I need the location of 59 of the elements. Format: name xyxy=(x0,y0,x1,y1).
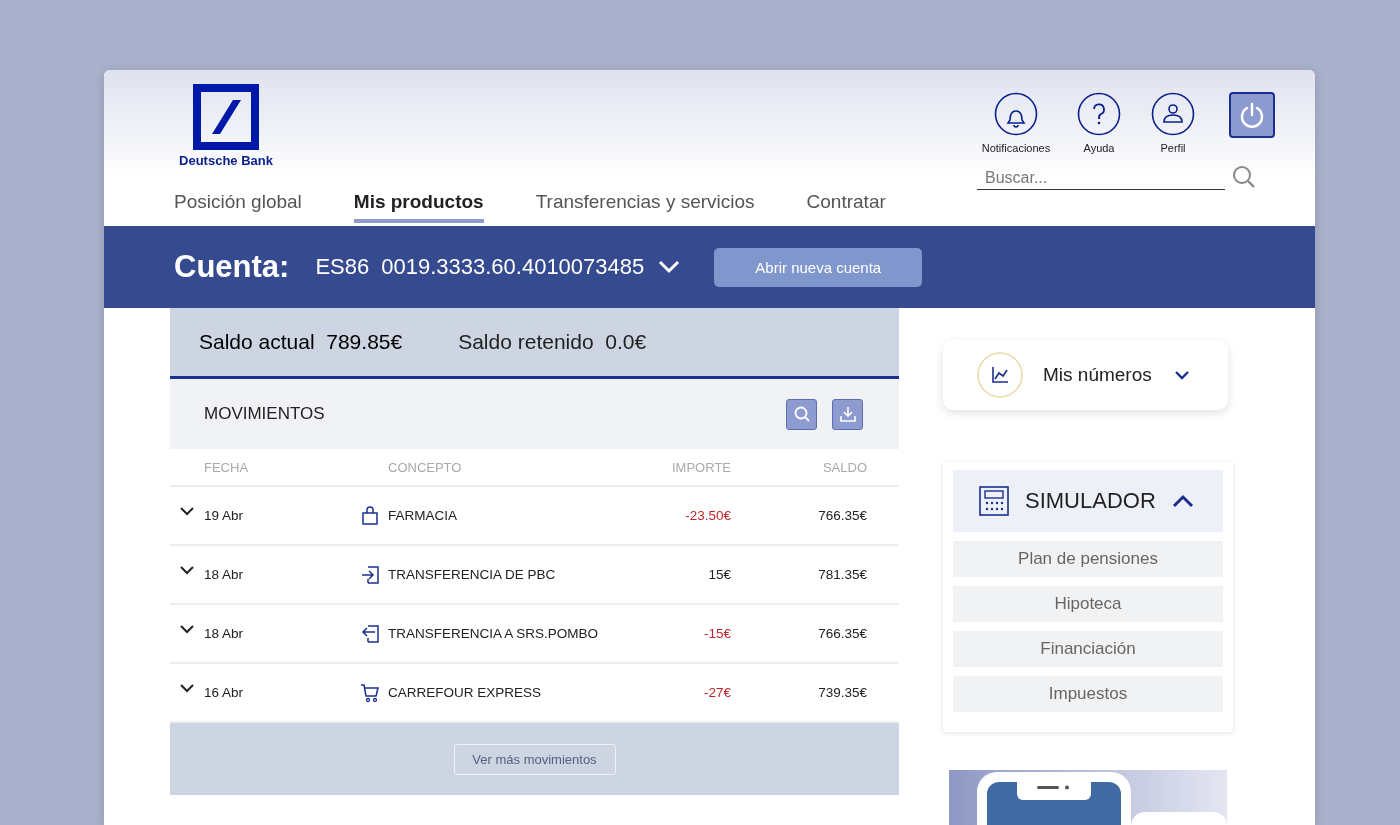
header-action-button[interactable]: Notificaciones xyxy=(977,92,1055,154)
account-selector[interactable]: 0019.3333.60.4010073485 xyxy=(381,254,681,280)
search-field[interactable]: Buscar... xyxy=(977,167,1225,190)
date-cell-text: 16 Abr xyxy=(204,685,245,700)
power-icon xyxy=(1238,101,1266,129)
balance-cell-text: 781.35€ xyxy=(817,567,867,582)
arrow-into-box-icon xyxy=(360,564,380,585)
date-cell-text: 19 Abr xyxy=(204,508,245,523)
column-header: IMPORTE xyxy=(671,459,731,475)
balance-cell-text: 739.35€ xyxy=(817,685,867,700)
header-action-button[interactable]: Ayuda xyxy=(1069,92,1129,154)
concept-cell-text: FARMACIA xyxy=(388,508,458,523)
concept-cell-text: CARREFOUR EXPRESS xyxy=(388,685,543,700)
column-header: FECHA xyxy=(204,459,250,475)
power-button[interactable] xyxy=(1229,92,1275,138)
calculator-icon xyxy=(979,486,1009,516)
simulator-item[interactable]: Hipoteca xyxy=(953,586,1223,622)
amount-cell-text: 15€ xyxy=(707,567,731,582)
shopping-bag-icon xyxy=(360,505,380,526)
nav-tab[interactable]: Posición global xyxy=(174,187,302,223)
date-cell-text: 18 Abr xyxy=(204,626,245,641)
search-icon xyxy=(792,405,811,423)
more-movements-button[interactable]: Ver más movimientos xyxy=(453,743,616,775)
search-button[interactable] xyxy=(786,398,817,430)
bell-icon xyxy=(994,92,1038,136)
column-header: CONCEPTO xyxy=(388,459,463,475)
amount-cell-text: -27€ xyxy=(702,685,731,700)
question-mark-icon xyxy=(1077,92,1121,136)
download-icon xyxy=(838,405,857,423)
user-icon xyxy=(1151,92,1195,136)
nav-tab[interactable]: Transferencias y servicios xyxy=(535,187,755,223)
search-icon[interactable] xyxy=(1231,164,1257,190)
concept-cell-text: TRANSFERENCIA A SRS.POMBO xyxy=(388,626,600,641)
simulator-item[interactable]: Impuestos xyxy=(953,676,1223,712)
balance-text: Saldo actual 789.85€ xyxy=(199,330,403,354)
header-action-button[interactable]: Perfil xyxy=(1143,92,1203,154)
account-prefix: ES86 xyxy=(315,254,370,280)
amount-cell-text: -15€ xyxy=(702,626,731,641)
simulator-item[interactable]: Financiación xyxy=(953,631,1223,667)
logo-icon xyxy=(193,84,259,150)
logo-text: Deutsche Bank xyxy=(179,153,273,168)
movements-title: MOVIMIENTOS xyxy=(204,404,326,424)
line-chart-icon xyxy=(977,352,1023,398)
balance-cell-text: 766.35€ xyxy=(817,508,867,523)
date-cell-text: 18 Abr xyxy=(204,567,245,582)
arrow-out-of-box-icon xyxy=(360,623,380,644)
shopping-cart-icon xyxy=(360,682,380,703)
account-title: Cuenta: xyxy=(174,249,290,285)
concept-cell-text: TRANSFERENCIA DE PBC xyxy=(388,567,557,582)
simulator-header[interactable]: SIMULADOR xyxy=(953,470,1223,532)
simulator-item[interactable]: Plan de pensiones xyxy=(953,541,1223,577)
column-header: SALDO xyxy=(821,459,867,475)
nav-tab[interactable]: Contratar xyxy=(806,187,886,223)
amount-cell-text: -23.50€ xyxy=(684,508,731,523)
balance-cell-text: 766.35€ xyxy=(817,626,867,641)
balance-text: Saldo retenido 0.0€ xyxy=(458,330,647,354)
chevron-down-icon xyxy=(658,260,681,274)
download-button[interactable] xyxy=(832,398,863,430)
my-numbers-button[interactable]: Mis números xyxy=(943,340,1228,410)
